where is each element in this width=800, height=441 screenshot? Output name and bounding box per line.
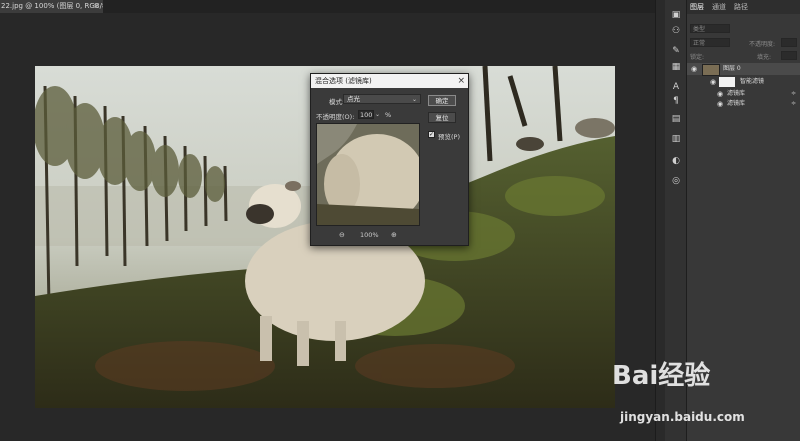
document-tab[interactable]: 22.jpg @ 100% (图层 0, RGB/8) * ×: [0, 0, 103, 13]
zoom-out-icon[interactable]: ⊖: [339, 231, 345, 239]
opacity-input[interactable]: 100: [358, 110, 374, 119]
layer-filter-type[interactable]: 类型: [690, 24, 730, 33]
layer-row-smart-filters[interactable]: ◉ 智能滤镜: [687, 76, 800, 88]
eye-icon[interactable]: ◉: [710, 76, 716, 88]
sheep-preview: [317, 124, 419, 225]
preview-checkbox[interactable]: ✓: [428, 131, 435, 138]
percent-label: %: [385, 111, 392, 119]
styles-icon[interactable]: ◎: [668, 174, 684, 188]
layer-name: 智能滤镜: [740, 78, 765, 85]
history-icon[interactable]: ▣: [668, 8, 684, 22]
zoom-in-icon[interactable]: ⊕: [391, 231, 397, 239]
layer-thumbnail: [702, 64, 720, 76]
libraries-icon[interactable]: ▥: [668, 132, 684, 146]
tab-paths[interactable]: 路径: [734, 2, 748, 12]
paragraph-icon[interactable]: ¶: [668, 94, 684, 108]
opacity-label: 不透明度:: [749, 41, 776, 48]
chevron-down-icon[interactable]: ⌄: [375, 110, 382, 119]
watermark-brand: Bai经验: [612, 361, 711, 391]
layer-name: 滤镜库: [727, 100, 746, 107]
eye-icon[interactable]: ◉: [691, 63, 697, 75]
lock-label: 锁定:: [690, 54, 705, 61]
document-tab-title: 22.jpg @ 100% (图层 0, RGB/8) *: [1, 2, 103, 10]
dialog-title: 混合选项 (滤镜库): [315, 77, 372, 85]
eye-icon[interactable]: ◉: [717, 98, 723, 110]
mode-select[interactable]: 点光 ⌄: [343, 94, 421, 104]
fill-label: 填充:: [757, 54, 772, 61]
table-icon[interactable]: ▤: [668, 112, 684, 126]
zoom-level: 100%: [360, 231, 379, 239]
layer-row-0[interactable]: ◉ 图层 0: [687, 63, 800, 76]
fill-field[interactable]: [781, 51, 797, 60]
panel-tabs: 图层 通道 路径: [687, 0, 800, 14]
chevron-down-icon: ⌄: [411, 96, 417, 103]
mode-label: 模式:: [329, 98, 345, 106]
reset-button[interactable]: 复位: [428, 112, 456, 123]
close-icon[interactable]: ×: [93, 0, 99, 13]
layer-row-filter-gallery-2[interactable]: ◉ 滤镜库 ≑: [687, 98, 800, 110]
character-icon[interactable]: A: [668, 80, 684, 94]
blending-options-dialog: 混合选项 (滤镜库) × 模式: 点光 ⌄ 不透明度(O): 100 ⌄ % 确…: [310, 73, 469, 246]
blend-mode-select[interactable]: 正常: [690, 38, 730, 47]
opacity-label: 不透明度(O):: [316, 113, 355, 121]
blend-options-icon[interactable]: ≑: [791, 98, 796, 110]
watermark: Bai经验 jingyan.baidu.com: [612, 355, 800, 441]
tab-layers[interactable]: 图层: [690, 2, 704, 12]
adjustments-icon[interactable]: ◐: [668, 154, 684, 168]
mode-value: 点光: [347, 95, 360, 103]
close-icon[interactable]: ×: [457, 74, 465, 88]
watermark-url: jingyan.baidu.com: [620, 410, 745, 424]
brush-icon[interactable]: ✎: [668, 44, 684, 58]
layer-name: 图层 0: [723, 65, 741, 72]
filter-mask-thumbnail: [719, 77, 735, 87]
opacity-field[interactable]: [781, 38, 797, 47]
swatches-icon[interactable]: ▦: [668, 60, 684, 74]
tab-strip: [103, 0, 655, 13]
preview-image[interactable]: [316, 123, 420, 226]
ok-button[interactable]: 确定: [428, 95, 456, 106]
preview-label: 预览(P): [438, 133, 460, 141]
properties-icon[interactable]: ⚇: [668, 24, 684, 38]
dialog-title-bar[interactable]: 混合选项 (滤镜库) ×: [311, 74, 468, 88]
tab-channels[interactable]: 通道: [712, 2, 726, 12]
